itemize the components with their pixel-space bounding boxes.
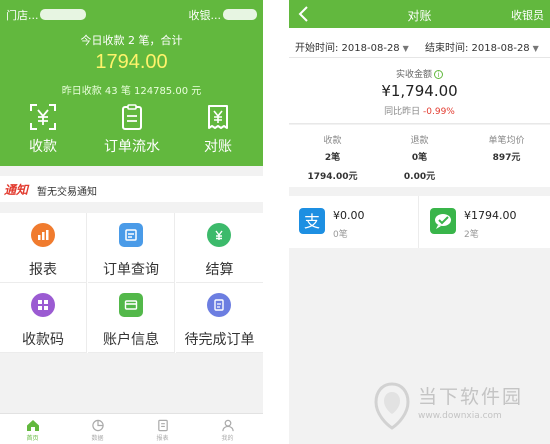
order-flow-label: 订单流水 [104, 139, 160, 155]
grid-item-report[interactable]: 报表 [0, 213, 87, 283]
payment-channels: 支 ¥0.00 0笔 ¥1794.00 2笔 [289, 196, 550, 248]
watermark-url: www.downxia.com [418, 411, 502, 421]
qr-code-icon [31, 293, 55, 317]
report-chart-icon [31, 223, 55, 247]
settlement-icon [207, 223, 231, 247]
received-summary: 实收金额 i ¥1,794.00 同比昨日 -0.99% [289, 58, 550, 124]
grid-item-qr-code[interactable]: 收款码 [0, 283, 87, 353]
grid-item-order-search[interactable]: 订单查询 [88, 213, 175, 283]
start-date-picker[interactable]: 开始时间: 2018-08-28 ▼ [295, 39, 409, 54]
store-name: 门店... [6, 9, 39, 22]
site-watermark: 当下软件园 www.downxia.com [372, 380, 532, 432]
received-caption: 实收金额 [395, 70, 432, 80]
compare-value: -0.99% [423, 107, 455, 117]
today-amount: 1794.00 [95, 51, 168, 73]
notice-tag: 通知 [4, 183, 29, 197]
nav-bar: 对账 收银员 [289, 0, 550, 28]
grid-label-settlement: 结算 [205, 262, 234, 278]
cashier-name: 收银... [188, 9, 222, 22]
yesterday-summary: 昨日收款 43 笔 124785.00 元 [61, 86, 202, 97]
grid-label-report: 报表 [29, 262, 57, 278]
collect-payment-label: 收款 [29, 139, 57, 155]
bottom-tab-bar: 首页 数据 报表 我的 [0, 413, 263, 444]
stat-count: 0笔 [411, 153, 428, 163]
notice-bar[interactable]: 通知 暂无交易通知 [0, 176, 263, 202]
start-date-text: 开始时间: 2018-08-28 [295, 43, 400, 54]
channel-amount: ¥0.00 [333, 209, 365, 222]
user-icon [221, 419, 234, 432]
info-icon[interactable]: i [434, 70, 443, 79]
quick-actions: 收款 订单流水 对账 [0, 103, 263, 161]
reconcile-label: 对账 [204, 139, 232, 155]
order-search-icon [119, 223, 143, 247]
cashier-label[interactable]: 收银员 [511, 7, 544, 23]
watermark-logo-icon [374, 382, 410, 430]
alipay-icon: 支 [299, 208, 325, 234]
grid-item-settlement[interactable]: 结算 [176, 213, 263, 283]
home-icon [26, 420, 39, 431]
stat-head: 收款 [323, 136, 342, 146]
stat-head: 单笔均价 [488, 136, 525, 146]
grid-label-pending-orders: 待完成订单 [184, 332, 255, 348]
tab-data-label: 数据 [91, 435, 104, 442]
watermark-text: 当下软件园 [418, 386, 524, 408]
collect-payment-button[interactable]: 收款 [3, 103, 83, 156]
tab-data[interactable]: 数据 [65, 414, 130, 444]
tab-mine[interactable]: 我的 [195, 414, 260, 444]
cashier-home-screen: 门店... 收银... 今日收款 2 笔，合计 1794.00 昨日收款 43 … [0, 0, 263, 444]
received-amount: ¥1,794.00 [381, 82, 458, 100]
stat-head: 退款 [410, 136, 429, 146]
grid-label-qr-code: 收款码 [22, 332, 64, 348]
chevron-down-icon: ▼ [532, 44, 539, 53]
grid-label-order-search: 订单查询 [103, 262, 159, 278]
summary-header: 门店... 收银... 今日收款 2 笔，合计 1794.00 昨日收款 43 … [0, 0, 263, 166]
feature-grid: 报表 订单查询 结算 收款码 账户信息 待完成订单 [0, 213, 263, 353]
svg-text:支: 支 [304, 212, 320, 231]
channel-count: 0笔 [333, 230, 348, 240]
tab-report-label: 报表 [156, 435, 169, 442]
today-summary: 今日收款 2 笔，合计 [80, 34, 183, 47]
date-filter-bar: 开始时间: 2018-08-28 ▼ 结束时间: 2018-08-28 ▼ [289, 28, 550, 58]
stat-amount: 1794.00元 [307, 172, 358, 182]
tab-home[interactable]: 首页 [0, 414, 65, 444]
receipt-icon [208, 105, 228, 129]
account-card-icon [119, 293, 143, 317]
grid-label-account-info: 账户信息 [103, 332, 159, 348]
channel-wechat[interactable]: ¥1794.00 2笔 [420, 196, 550, 248]
stat-amount: 0.00元 [403, 172, 436, 182]
store-name-blur [40, 9, 86, 20]
channel-count: 2笔 [464, 230, 479, 240]
reconcile-button[interactable]: 对账 [178, 103, 258, 156]
wechat-pay-icon [430, 208, 456, 234]
notice-text: 暂无交易通知 [37, 187, 97, 198]
scan-yen-icon [30, 104, 56, 130]
compare-row: 同比昨日 -0.99% [289, 104, 550, 117]
grid-item-account-info[interactable]: 账户信息 [88, 283, 175, 353]
tab-home-label: 首页 [26, 435, 39, 442]
clipboard-icon [122, 104, 142, 130]
chevron-down-icon: ▼ [402, 44, 409, 53]
stats-row: 收款 2笔 1794.00元 退款 0笔 0.00元 单笔均价 897元 [289, 125, 550, 187]
grid-item-pending-orders[interactable]: 待完成订单 [176, 283, 263, 353]
tab-mine-label: 我的 [221, 435, 234, 442]
reconciliation-screen: 对账 收银员 开始时间: 2018-08-28 ▼ 结束时间: 2018-08-2… [289, 0, 550, 444]
end-date-picker[interactable]: 结束时间: 2018-08-28 ▼ [425, 39, 539, 54]
end-date-text: 结束时间: 2018-08-28 [425, 43, 530, 54]
document-icon [157, 419, 168, 432]
pending-order-icon [207, 293, 231, 317]
compare-label: 同比昨日 [384, 107, 421, 117]
top-bar: 门店... 收银... [6, 7, 257, 23]
order-flow-button[interactable]: 订单流水 [92, 103, 172, 156]
chart-pie-icon [91, 419, 104, 432]
stat-count: 2笔 [324, 153, 341, 163]
tab-report[interactable]: 报表 [130, 414, 195, 444]
channel-amount: ¥1794.00 [464, 209, 517, 222]
stat-count: 897元 [492, 153, 521, 163]
received-caption-row: 实收金额 i [289, 67, 550, 80]
cashier-name-blur [223, 9, 257, 20]
channel-alipay[interactable]: 支 ¥0.00 0笔 [289, 196, 419, 248]
